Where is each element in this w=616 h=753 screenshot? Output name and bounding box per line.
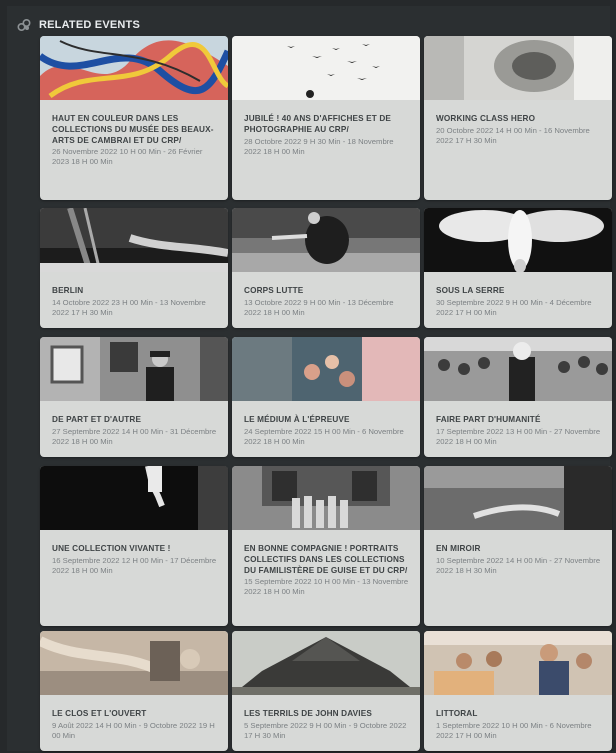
section-header: RELATED EVENTS: [17, 12, 140, 38]
event-card[interactable]: DE PART ET D'AUTRE 27 Septembre 2022 14 …: [40, 337, 228, 457]
section-title: RELATED EVENTS: [39, 19, 140, 31]
event-title[interactable]: HAUT EN COULEUR DANS LES COLLECTIONS DU …: [52, 114, 218, 146]
related-events-panel: RELATED EVENTS HAUT EN COULEUR DANS LES …: [7, 6, 612, 751]
event-title[interactable]: SOUS LA SERRE: [436, 286, 602, 297]
event-card[interactable]: JUBILÉ ! 40 ANS D'AFFICHES ET DE PHOTOGR…: [232, 36, 420, 200]
event-date: 5 Septembre 2022 9 H 00 Min - 9 Octobre …: [244, 720, 407, 740]
event-card[interactable]: LES TERRILS DE JOHN DAVIES 5 Septembre 2…: [232, 631, 420, 751]
event-card[interactable]: LE CLOS ET L'OUVERT 9 Août 2022 14 H 00 …: [40, 631, 228, 751]
event-card[interactable]: EN MIROIR 10 Septembre 2022 14 H 00 Min …: [424, 466, 612, 626]
event-title[interactable]: CORPS LUTTE: [244, 286, 410, 297]
event-thumbnail[interactable]: [232, 36, 420, 100]
event-date: 30 Septembre 2022 9 H 00 Min - 4 Décembr…: [436, 297, 592, 317]
event-title[interactable]: WORKING CLASS HERO: [436, 114, 602, 125]
event-thumbnail[interactable]: [40, 337, 228, 401]
event-thumbnail[interactable]: [424, 466, 612, 530]
event-date: 17 Septembre 2022 13 H 00 Min - 27 Novem…: [436, 426, 601, 446]
event-date: 16 Septembre 2022 12 H 00 Min - 17 Décem…: [52, 555, 217, 575]
event-card[interactable]: WORKING CLASS HERO 20 Octobre 2022 14 H …: [424, 36, 612, 200]
event-title[interactable]: LE CLOS ET L'OUVERT: [52, 709, 218, 720]
event-date: 24 Septembre 2022 15 H 00 Min - 6 Novemb…: [244, 426, 404, 446]
event-date: 9 Août 2022 14 H 00 Min - 9 Octobre 2022…: [52, 720, 215, 740]
event-thumbnail[interactable]: [40, 631, 228, 695]
event-title[interactable]: UNE COLLECTION VIVANTE !: [52, 544, 218, 555]
event-title[interactable]: BERLIN: [52, 286, 218, 297]
event-date: 20 Octobre 2022 14 H 00 Min - 16 Novembr…: [436, 125, 590, 145]
event-card[interactable]: EN BONNE COMPAGNIE ! PORTRAITS COLLECTIF…: [232, 466, 420, 626]
event-card[interactable]: CORPS LUTTE 13 Octobre 2022 9 H 00 Min -…: [232, 208, 420, 328]
event-thumbnail[interactable]: [40, 36, 228, 100]
event-date: 28 Octobre 2022 9 H 30 Min - 18 Novembre…: [244, 136, 394, 156]
event-date: 13 Octobre 2022 9 H 00 Min - 13 Décembre…: [244, 297, 394, 317]
event-thumbnail[interactable]: [40, 466, 228, 530]
event-card[interactable]: UNE COLLECTION VIVANTE ! 16 Septembre 20…: [40, 466, 228, 626]
event-title[interactable]: LITTORAL: [436, 709, 602, 720]
event-thumbnail[interactable]: [40, 208, 228, 272]
event-card[interactable]: SOUS LA SERRE 30 Septembre 2022 9 H 00 M…: [424, 208, 612, 328]
event-thumbnail[interactable]: [232, 466, 420, 530]
event-title[interactable]: LE MÉDIUM À L'ÉPREUVE: [244, 415, 410, 426]
event-date: 27 Septembre 2022 14 H 00 Min - 31 Décem…: [52, 426, 217, 446]
event-card[interactable]: FAIRE PART D'HUMANITÉ 17 Septembre 2022 …: [424, 337, 612, 457]
event-thumbnail[interactable]: [424, 337, 612, 401]
event-title[interactable]: LES TERRILS DE JOHN DAVIES: [244, 709, 410, 720]
event-card[interactable]: LE MÉDIUM À L'ÉPREUVE 24 Septembre 2022 …: [232, 337, 420, 457]
event-thumbnail[interactable]: [424, 36, 612, 100]
event-card[interactable]: BERLIN 14 Octobre 2022 23 H 00 Min - 13 …: [40, 208, 228, 328]
event-date: 15 Septembre 2022 10 H 00 Min - 13 Novem…: [244, 577, 409, 597]
event-thumbnail[interactable]: [232, 631, 420, 695]
event-thumbnail[interactable]: [232, 208, 420, 272]
event-title[interactable]: EN BONNE COMPAGNIE ! PORTRAITS COLLECTIF…: [244, 544, 410, 576]
event-card[interactable]: HAUT EN COULEUR DANS LES COLLECTIONS DU …: [40, 36, 228, 200]
event-card[interactable]: LITTORAL 1 Septembre 2022 10 H 00 Min - …: [424, 631, 612, 751]
event-thumbnail[interactable]: [424, 631, 612, 695]
event-date: 1 Septembre 2022 10 H 00 Min - 6 Novembr…: [436, 720, 592, 740]
event-thumbnail[interactable]: [232, 337, 420, 401]
event-date: 10 Septembre 2022 14 H 00 Min - 27 Novem…: [436, 555, 601, 575]
event-title[interactable]: EN MIROIR: [436, 544, 602, 555]
link-icon: [17, 18, 31, 32]
event-date: 26 Novembre 2022 10 H 00 Min - 26 Févrie…: [52, 147, 203, 167]
event-thumbnail[interactable]: [424, 208, 612, 272]
event-date: 14 Octobre 2022 23 H 00 Min - 13 Novembr…: [52, 297, 206, 317]
event-title[interactable]: JUBILÉ ! 40 ANS D'AFFICHES ET DE PHOTOGR…: [244, 114, 410, 136]
event-title[interactable]: DE PART ET D'AUTRE: [52, 415, 218, 426]
event-title[interactable]: FAIRE PART D'HUMANITÉ: [436, 415, 602, 426]
